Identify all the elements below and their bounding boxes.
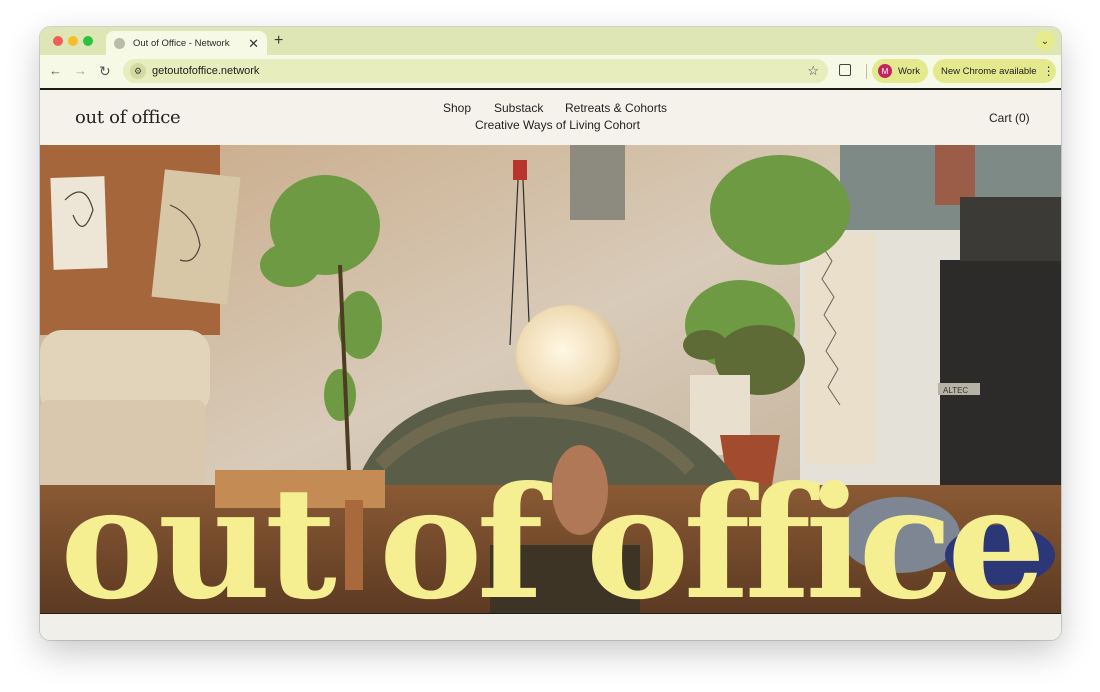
profile-name: Work xyxy=(898,65,920,77)
hero-image: ALTEC out of office xyxy=(40,145,1061,613)
cart-link[interactable]: Cart (0) xyxy=(989,111,1030,125)
forward-arrow-icon[interactable]: → xyxy=(74,63,87,79)
speaker-badge: ALTEC xyxy=(943,386,968,395)
update-label: New Chrome available xyxy=(941,65,1037,77)
site-header: out of office Shop Substack Retreats & C… xyxy=(40,88,1061,145)
avatar: M xyxy=(878,64,892,78)
nav-link-retreats[interactable]: Retreats & Cohorts xyxy=(565,101,667,115)
toolbar-divider xyxy=(866,64,867,79)
hero-photo-illustration: ALTEC out of office xyxy=(40,145,1061,613)
window-minimize-button[interactable] xyxy=(68,36,78,46)
tab-title: Out of Office - Network xyxy=(133,37,230,49)
hero-wordmark: out of office xyxy=(60,453,1040,613)
profile-button[interactable]: M Work xyxy=(872,59,928,83)
browser-window: Out of Office - Network ✕ + ⌄ ← → ↻ ⚙ ge… xyxy=(40,27,1061,640)
star-icon[interactable]: ☆ xyxy=(807,63,819,79)
close-icon[interactable]: ✕ xyxy=(248,37,259,50)
address-bar[interactable]: ⚙ getoutofoffice.network ☆ xyxy=(123,59,828,83)
kebab-menu-icon[interactable]: ⋮ xyxy=(1043,64,1055,78)
nav-link-creative-cohort[interactable]: Creative Ways of Living Cohort xyxy=(475,118,640,132)
tab-active[interactable]: Out of Office - Network ✕ xyxy=(106,31,267,55)
reload-icon[interactable]: ↻ xyxy=(99,63,111,79)
site-info-icon[interactable]: ⚙ xyxy=(130,63,146,79)
tab-strip: Out of Office - Network ✕ + ⌄ xyxy=(40,27,1061,55)
browser-toolbar: ← → ↻ ⚙ getoutofoffice.network ☆ M Work … xyxy=(40,55,1061,88)
update-chrome-button[interactable]: New Chrome available ⋮ xyxy=(933,59,1056,83)
nav-link-shop[interactable]: Shop xyxy=(443,101,471,115)
url-text[interactable]: getoutofoffice.network xyxy=(152,65,259,77)
chevron-down-icon[interactable]: ⌄ xyxy=(1035,31,1055,51)
footer-strip xyxy=(40,613,1061,640)
favicon-icon xyxy=(114,37,125,49)
extensions-icon[interactable] xyxy=(839,64,851,76)
nav-link-substack[interactable]: Substack xyxy=(494,101,543,115)
window-maximize-button[interactable] xyxy=(83,36,93,46)
site-logo[interactable]: out of office xyxy=(75,107,181,128)
window-close-button[interactable] xyxy=(53,36,63,46)
back-arrow-icon[interactable]: ← xyxy=(49,63,62,79)
plus-icon[interactable]: + xyxy=(274,32,283,50)
